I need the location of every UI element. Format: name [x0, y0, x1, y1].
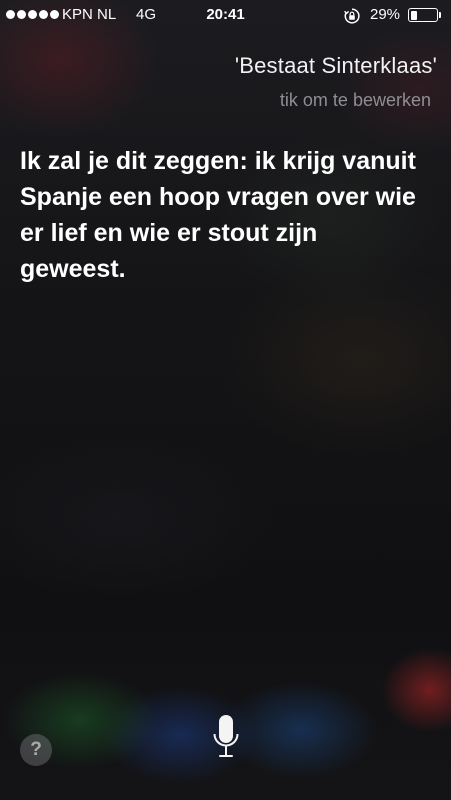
microphone-button[interactable] — [200, 708, 252, 768]
microphone-icon — [213, 715, 239, 757]
battery-percentage: 29% — [370, 6, 401, 23]
siri-query-text[interactable]: 'Bestaat Sinterklaas' — [235, 53, 437, 79]
orientation-lock-icon — [343, 7, 361, 25]
help-icon[interactable]: ? — [20, 734, 52, 766]
siri-answer-text: Ik zal je dit zeggen: ik krijg vanuit Sp… — [20, 147, 416, 283]
battery-fill — [410, 10, 418, 20]
status-bar: KPN NL 4G 20:41 29% — [0, 0, 451, 30]
edit-hint[interactable]: tik om te bewerken — [280, 90, 431, 111]
battery-icon — [408, 8, 438, 22]
battery-tip — [439, 12, 441, 18]
